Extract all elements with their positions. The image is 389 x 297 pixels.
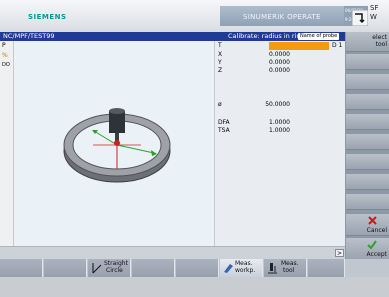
z-label: Z bbox=[218, 67, 223, 74]
z-value[interactable]: 0.0000 bbox=[269, 67, 290, 75]
select-tool-label-1: elect bbox=[372, 34, 387, 41]
y-value[interactable]: 0.0000 bbox=[269, 59, 290, 67]
cancel-label: Cancel bbox=[366, 227, 387, 234]
measure-tool-icon bbox=[268, 263, 277, 274]
select-tool-button[interactable]: elect tool bbox=[346, 32, 389, 52]
probe-name-tooltip: Name of probe bbox=[298, 33, 340, 40]
meas-workp-label-2: workp. bbox=[235, 267, 256, 274]
softkey-5[interactable] bbox=[346, 114, 389, 130]
param-row-diameter[interactable]: ø 50.0000 bbox=[218, 101, 344, 109]
select-tool-label-2: tool bbox=[375, 41, 387, 48]
x-value[interactable]: 0.0000 bbox=[269, 51, 290, 59]
d-number: D 1 bbox=[332, 42, 343, 49]
softkey-4[interactable] bbox=[346, 94, 389, 110]
header-right-line1: SF bbox=[370, 4, 379, 12]
softkey-3[interactable] bbox=[346, 74, 389, 90]
bottom-softkey-1[interactable] bbox=[0, 259, 43, 277]
program-title-bar: NC/MPF/TEST99 Calibrate: radius in ring … bbox=[0, 32, 345, 41]
bottom-softkey-2[interactable] bbox=[44, 259, 87, 277]
tool-name-input[interactable] bbox=[269, 42, 329, 50]
softkey-9[interactable] bbox=[346, 194, 389, 210]
cancel-button[interactable]: Cancel bbox=[346, 214, 389, 236]
accept-button[interactable]: Accept bbox=[346, 238, 389, 260]
straight-circle-icon bbox=[92, 263, 102, 274]
scroll-right-arrow[interactable]: > bbox=[335, 249, 344, 257]
horizontal-softkeys: Straight Circle Meas. workp. Meas. tool bbox=[0, 259, 389, 277]
circle-label: Circle bbox=[106, 267, 123, 274]
cancel-x-icon bbox=[368, 216, 377, 225]
column-item-tool-icon: % bbox=[2, 52, 8, 59]
header-right-label: SF W bbox=[370, 4, 389, 30]
status-strip: > bbox=[0, 246, 345, 259]
meas-tool-button[interactable]: Meas. tool bbox=[264, 259, 307, 277]
column-item-do: DO bbox=[2, 62, 10, 68]
softkey-6[interactable] bbox=[346, 134, 389, 150]
param-row-z[interactable]: Z 0.0000 bbox=[218, 67, 344, 75]
header-right-line2: W bbox=[370, 13, 377, 21]
accept-check-icon bbox=[367, 240, 377, 249]
softkey-7[interactable] bbox=[346, 154, 389, 170]
parameter-panel: T D 1 X 0.0000 Y 0.0000 Z 0.0000 ø 50.00… bbox=[214, 41, 345, 246]
bottom-softkey-8[interactable] bbox=[308, 259, 345, 277]
meas-tool-label-2: tool bbox=[283, 267, 295, 274]
dfa-label: DFA bbox=[218, 119, 230, 126]
product-name: SINUMERIK OPERATE bbox=[243, 13, 321, 21]
measure-workpiece-icon bbox=[224, 264, 233, 273]
header-bar: SIEMENS SINUMERIK OPERATE 06/02/10 9:26 … bbox=[0, 0, 389, 32]
dfa-value[interactable]: 1.0000 bbox=[269, 119, 290, 127]
vertical-softkeys: elect tool Cancel Accept bbox=[345, 32, 389, 276]
param-row-tsa[interactable]: TSA 1.0000 bbox=[218, 127, 344, 135]
bottom-softkey-5[interactable] bbox=[176, 259, 219, 277]
program-path: NC/MPF/TEST99 bbox=[3, 32, 55, 40]
program-column: P % DO bbox=[0, 41, 14, 246]
straight-circle-button[interactable]: Straight Circle bbox=[88, 259, 131, 277]
meas-workpiece-button[interactable]: Meas. workp. bbox=[220, 259, 263, 277]
column-item-p: P bbox=[2, 42, 6, 49]
tsa-label: TSA bbox=[218, 127, 230, 134]
param-row-y[interactable]: Y 0.0000 bbox=[218, 59, 344, 67]
calibration-title: Calibrate: radius in ring bbox=[228, 32, 305, 40]
accept-label: Accept bbox=[366, 251, 387, 258]
param-row-dfa[interactable]: DFA 1.0000 bbox=[218, 119, 344, 127]
help-graphic bbox=[14, 41, 214, 246]
diameter-label: ø bbox=[218, 101, 222, 108]
x-label: X bbox=[218, 51, 223, 58]
t-label: T bbox=[218, 42, 222, 49]
tsa-value[interactable]: 1.0000 bbox=[269, 127, 290, 135]
channel-switch-icon[interactable] bbox=[352, 10, 368, 26]
siemens-logo: SIEMENS bbox=[28, 13, 67, 21]
param-row-t: T D 1 bbox=[218, 42, 344, 50]
param-row-x[interactable]: X 0.0000 bbox=[218, 51, 344, 59]
ring-calibration-illustration bbox=[63, 108, 171, 183]
footer-background bbox=[0, 277, 389, 297]
y-label: Y bbox=[218, 59, 222, 66]
softkey-2[interactable] bbox=[346, 54, 389, 70]
softkey-8[interactable] bbox=[346, 174, 389, 190]
diameter-value[interactable]: 50.0000 bbox=[265, 101, 290, 109]
bottom-softkey-4[interactable] bbox=[132, 259, 175, 277]
screen: SIEMENS SINUMERIK OPERATE 06/02/10 9:26 … bbox=[0, 0, 389, 297]
